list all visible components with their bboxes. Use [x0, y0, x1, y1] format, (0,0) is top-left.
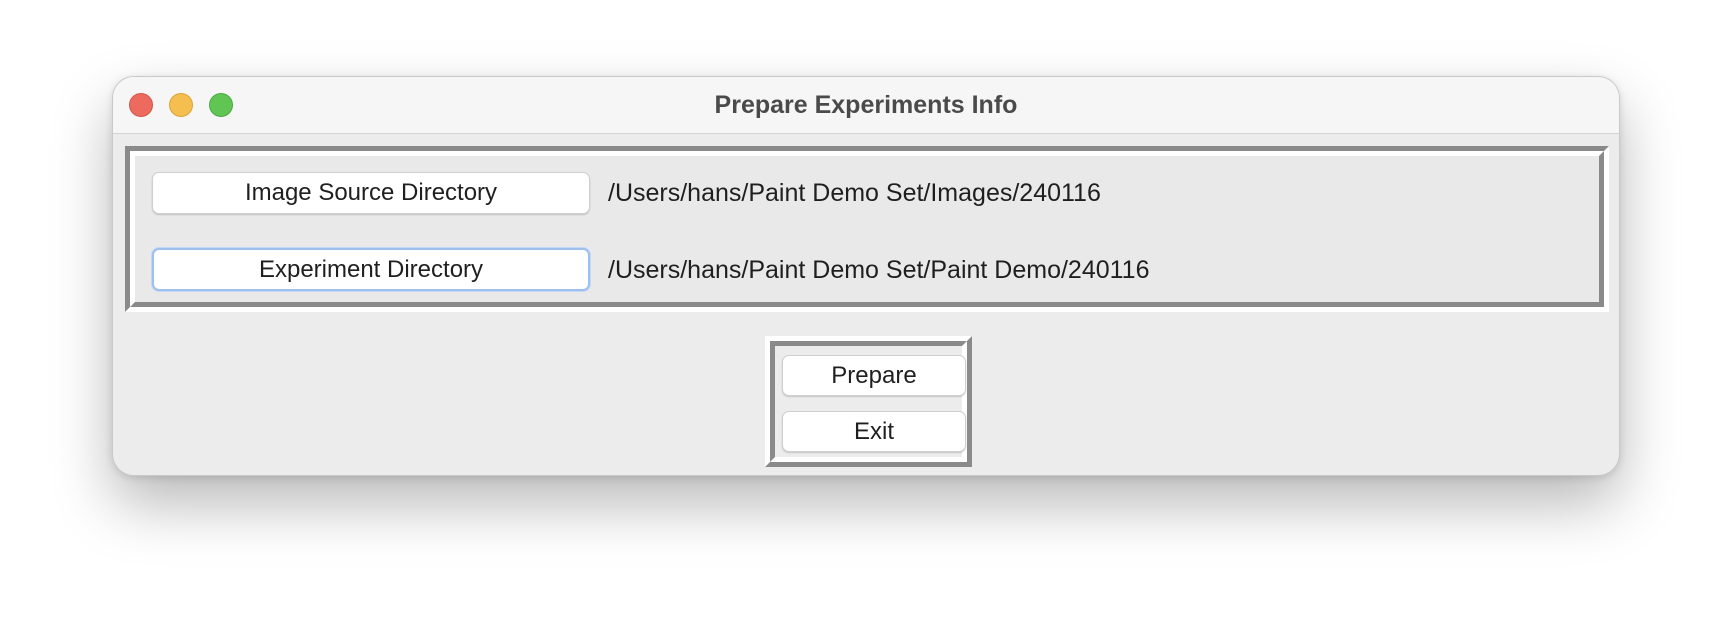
experiment-directory-path: /Users/hans/Paint Demo Set/Paint Demo/24… — [608, 256, 1150, 284]
action-button-panel-bevel: Prepare Exit — [770, 341, 967, 462]
image-source-directory-path: /Users/hans/Paint Demo Set/Images/240116 — [608, 179, 1101, 207]
exit-button[interactable]: Exit — [782, 411, 966, 452]
title-bar[interactable]: Prepare Experiments Info — [113, 77, 1619, 134]
directory-panel-bevel: Image Source Directory /Users/hans/Paint… — [130, 151, 1604, 307]
directory-panel: Image Source Directory /Users/hans/Paint… — [125, 146, 1609, 312]
experiment-directory-button[interactable]: Experiment Directory — [152, 248, 590, 291]
image-source-directory-button[interactable]: Image Source Directory — [152, 172, 590, 214]
prepare-button[interactable]: Prepare — [782, 355, 966, 396]
window-title: Prepare Experiments Info — [714, 91, 1018, 119]
prepare-experiments-window: Prepare Experiments Info Image Source Di… — [112, 76, 1620, 476]
action-button-panel: Prepare Exit — [765, 336, 972, 467]
